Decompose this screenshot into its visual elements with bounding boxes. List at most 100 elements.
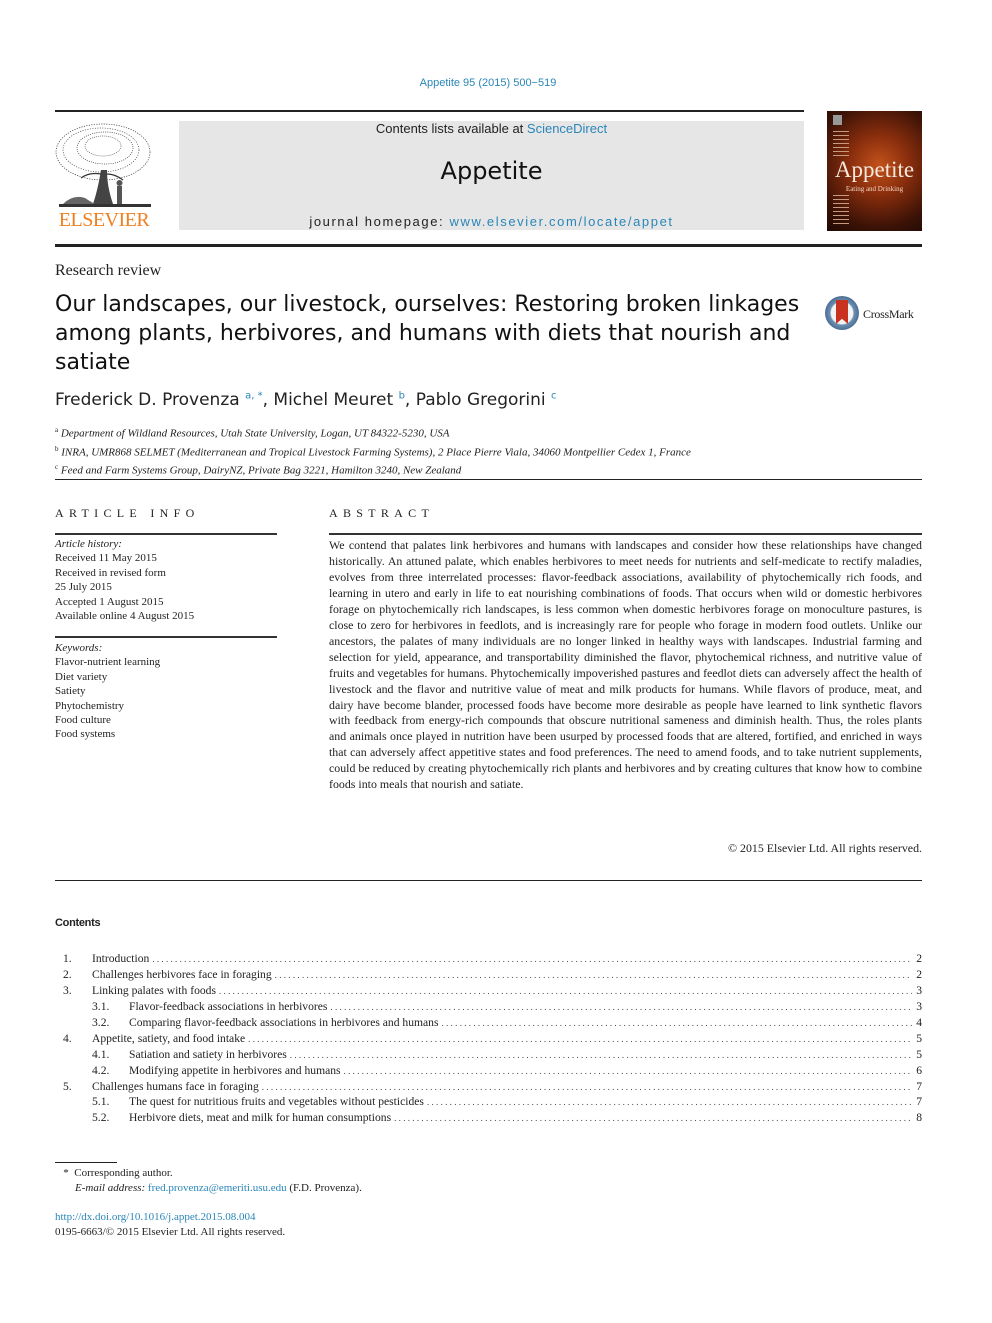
- keyword: Food culture: [55, 714, 111, 727]
- journal-citation-link[interactable]: Appetite 95 (2015) 500−519: [0, 77, 976, 89]
- cover-text-lines: [833, 195, 849, 227]
- toc-entry-title[interactable]: Introduction: [92, 951, 152, 967]
- article-title: Our landscapes, our livestock, ourselves…: [55, 292, 800, 375]
- affiliations: a Department of Wildland Resources, Utah…: [55, 423, 691, 479]
- history-entry: Available online 4 August 2015: [55, 610, 195, 623]
- toc-entry-page[interactable]: 4: [912, 1015, 922, 1031]
- toc-entry-title[interactable]: Satiation and satiety in herbivores: [129, 1047, 290, 1063]
- toc-entry[interactable]: 4.1. Satiation and satiety in herbivores.…: [55, 1047, 922, 1063]
- toc-entry-title[interactable]: The quest for nutritious fruits and vege…: [129, 1094, 427, 1110]
- journal-cover-image[interactable]: Appetite Eating and Drinking: [827, 111, 922, 231]
- crossmark-label: CrossMark: [863, 307, 914, 321]
- article-info-rule: [55, 533, 277, 535]
- toc-entry-title[interactable]: Challenges herbivores face in foraging: [92, 967, 275, 983]
- author-name[interactable]: Michel Meuret: [273, 390, 393, 410]
- article-history-label: Article history:: [55, 538, 122, 550]
- keyword: Flavor-nutrient learning: [55, 656, 161, 669]
- toc-entry-page[interactable]: 3: [912, 999, 922, 1015]
- toc-dot-leader: ........................................…: [343, 1065, 912, 1076]
- toc-dot-leader: ........................................…: [394, 1113, 912, 1124]
- toc-entry-title[interactable]: Herbivore diets, meat and milk for human…: [129, 1110, 394, 1126]
- author-name[interactable]: Frederick D. Provenza: [55, 390, 240, 410]
- abstract-rule: [329, 533, 922, 535]
- keyword: Diet variety: [55, 670, 108, 683]
- doi-block: http://dx.doi.org/10.1016/j.appet.2015.0…: [55, 1210, 285, 1240]
- toc-entry-page[interactable]: 5: [912, 1031, 922, 1047]
- toc-entry-page[interactable]: 7: [912, 1079, 922, 1095]
- toc-entry[interactable]: 3.2. Comparing flavor-feedback associatio…: [55, 1015, 922, 1031]
- keywords-label: Keywords:: [55, 642, 103, 654]
- crossmark-button[interactable]: CrossMark: [825, 296, 925, 336]
- keyword: Satiety: [55, 685, 86, 698]
- footnotes: * Corresponding author. E-mail address: …: [55, 1166, 362, 1196]
- history-entry: 25 July 2015: [55, 581, 112, 594]
- toc-entry-title[interactable]: Comparing flavor-feedback associations i…: [129, 1015, 442, 1031]
- toc-entry-number: 5.2.: [92, 1111, 110, 1125]
- affiliation-key: a: [55, 426, 59, 434]
- toc-entry-title[interactable]: Modifying appetite in herbivores and hum…: [129, 1063, 344, 1079]
- email-link[interactable]: fred.provenza@emeriti.usu.edu: [148, 1182, 287, 1194]
- toc-dot-leader: ........................................…: [426, 1097, 912, 1108]
- toc-entry-number: 5.1.: [92, 1095, 110, 1109]
- toc-entry-page[interactable]: 3: [912, 983, 922, 999]
- toc-entry[interactable]: 3.1. Flavor-feedback associations in herb…: [55, 999, 922, 1015]
- cover-title: Appetite: [834, 157, 915, 182]
- contents-heading: Contents: [55, 917, 101, 929]
- toc-entry[interactable]: 3. Linking palates with foods............…: [55, 983, 922, 999]
- toc-entry-number: 1.: [63, 952, 72, 965]
- toc-dot-leader: ........................................…: [248, 1033, 912, 1044]
- toc-entry[interactable]: 5.2. Herbivore diets, meat and milk for h…: [55, 1110, 922, 1126]
- toc-entry[interactable]: 4. Appetite, satiety, and food intake....…: [55, 1031, 922, 1047]
- toc-entry[interactable]: 5. Challenges humans face in foraging....…: [55, 1079, 922, 1095]
- toc-entry-page[interactable]: 2: [912, 967, 922, 983]
- toc-entry-page[interactable]: 5: [912, 1047, 922, 1063]
- toc-entry-title[interactable]: Flavor-feedback associations in herbivor…: [129, 999, 330, 1015]
- toc-entry-number: 3.2.: [92, 1015, 110, 1029]
- section-divider: [55, 880, 922, 881]
- journal-homepage-line: journal homepage: www.elsevier.com/locat…: [179, 214, 804, 229]
- keywords: Keywords: Flavor-nutrient learning Diet …: [55, 641, 160, 742]
- toc-entry[interactable]: 2. Challenges herbivores face in foraging…: [55, 967, 922, 983]
- journal-title: Appetite: [440, 157, 543, 185]
- toc-entry[interactable]: 4.2. Modifying appetite in herbivores and…: [55, 1063, 922, 1079]
- elsevier-logo[interactable]: ELSEVIER: [53, 120, 155, 232]
- toc-entry-page[interactable]: 6: [912, 1063, 922, 1079]
- toc-entry-page[interactable]: 2: [912, 951, 922, 967]
- toc-entry[interactable]: 5.1. The quest for nutritious fruits and …: [55, 1094, 922, 1110]
- footnote-rule: [55, 1162, 117, 1163]
- journal-homepage-link[interactable]: www.elsevier.com/locate/appet: [449, 214, 673, 229]
- corresponding-author-note: * Corresponding author.: [55, 1166, 362, 1181]
- toc-entry-number: 4.: [63, 1031, 72, 1045]
- toc-entry[interactable]: 1. Introduction..........................…: [55, 951, 922, 967]
- toc-dot-leader: ........................................…: [289, 1049, 912, 1060]
- section-divider: [55, 479, 922, 480]
- affiliation-text: INRA, UMR868 SELMET (Mediterranean and T…: [61, 446, 691, 459]
- keyword: Food systems: [55, 728, 116, 741]
- toc-entry-title[interactable]: Appetite, satiety, and food intake: [92, 1031, 248, 1047]
- article-history: Article history: Received 11 May 2015 Re…: [55, 537, 194, 623]
- author-affiliation-link[interactable]: a, *: [245, 390, 263, 401]
- table-of-contents: 1. Introduction..........................…: [55, 951, 922, 1126]
- toc-entry-number: 3.1.: [92, 999, 110, 1013]
- toc-entry-title[interactable]: Linking palates with foods: [92, 983, 219, 999]
- footnote-marker: *: [63, 1167, 69, 1179]
- doi-link[interactable]: http://dx.doi.org/10.1016/j.appet.2015.0…: [55, 1211, 256, 1223]
- affiliation: b INRA, UMR868 SELMET (Mediterranean and…: [55, 442, 691, 461]
- toc-entry-title[interactable]: Challenges humans face in foraging: [92, 1079, 262, 1095]
- sciencedirect-link[interactable]: ScienceDirect: [527, 121, 607, 136]
- history-entry: Received in revised form: [55, 566, 166, 579]
- toc-entry-number: 3.: [63, 983, 72, 997]
- affiliation: c Feed and Farm Systems Group, DairyNZ, …: [55, 460, 691, 479]
- toc-entry-page[interactable]: 7: [912, 1094, 922, 1110]
- toc-dot-leader: ........................................…: [261, 1081, 912, 1092]
- header-rule: [55, 110, 804, 112]
- author-separator: ,: [262, 390, 274, 410]
- issn-copyright: 0195-6663/© 2015 Elsevier Ltd. All right…: [55, 1226, 286, 1238]
- abstract-text: We contend that palates link herbivores …: [329, 538, 922, 792]
- toc-entry-page[interactable]: 8: [912, 1110, 922, 1126]
- toc-dot-leader: ........................................…: [152, 954, 912, 964]
- email-suffix: (F.D. Provenza).: [286, 1182, 362, 1194]
- author-affiliation-link[interactable]: c: [551, 390, 557, 401]
- article-info-heading: ARTICLE INFO: [55, 506, 200, 520]
- author-name[interactable]: Pablo Gregorini: [416, 390, 546, 410]
